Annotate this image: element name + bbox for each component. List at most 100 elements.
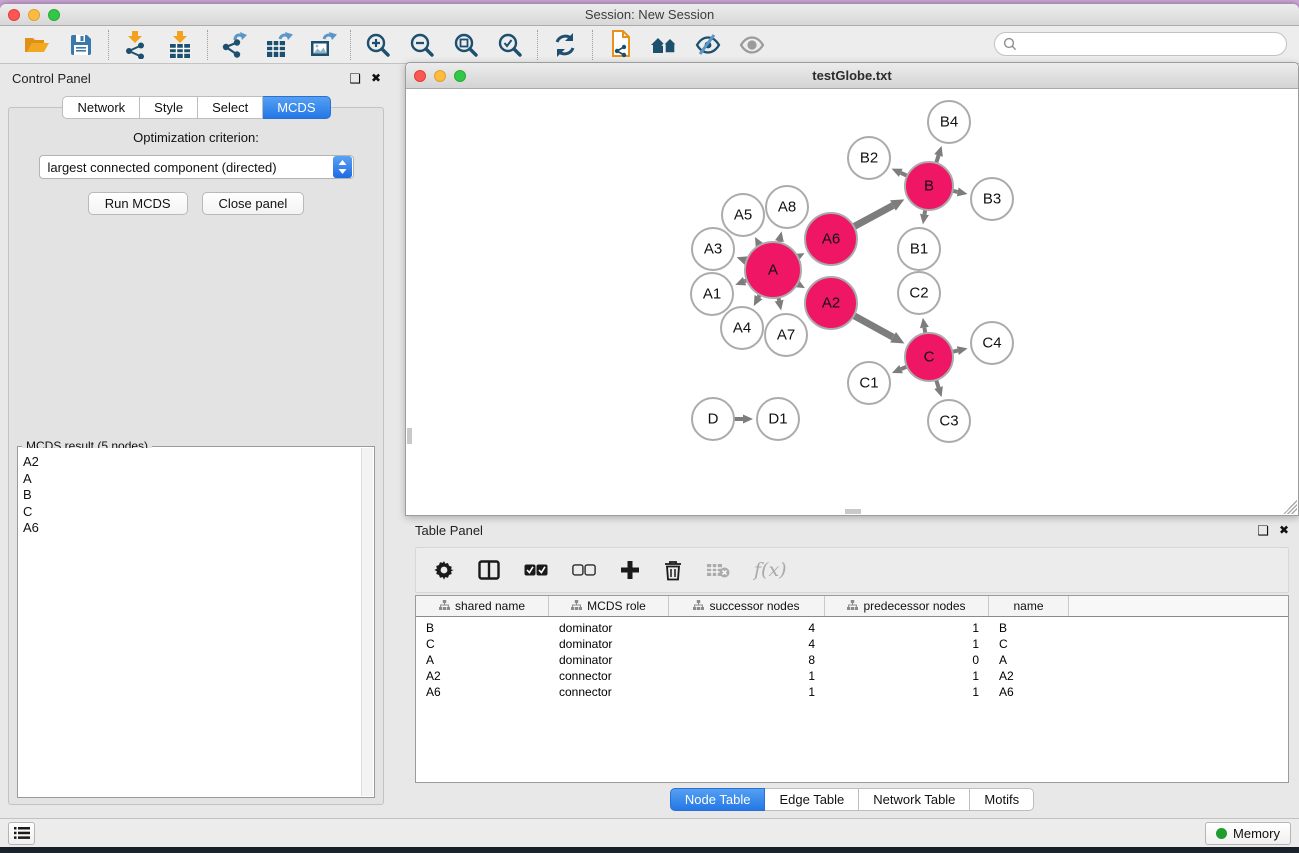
table-row[interactable]: Cdominator41C bbox=[416, 636, 1288, 652]
show-all-icon[interactable] bbox=[737, 30, 767, 60]
import-table-icon[interactable] bbox=[165, 30, 195, 60]
table-cell[interactable]: 4 bbox=[669, 637, 825, 651]
open-session-icon[interactable] bbox=[22, 30, 52, 60]
mcds-result-item[interactable]: B bbox=[23, 487, 357, 504]
canvas-hscroll-stub[interactable] bbox=[845, 509, 861, 514]
mcds-result-item[interactable]: C bbox=[23, 504, 357, 521]
mcds-result-item[interactable]: A2 bbox=[23, 454, 357, 471]
graph-edge[interactable] bbox=[901, 173, 908, 176]
network-window-titlebar[interactable]: testGlobe.txt bbox=[406, 63, 1298, 89]
table-cell[interactable]: A2 bbox=[989, 669, 1069, 683]
export-table-icon[interactable] bbox=[264, 30, 294, 60]
mcds-result-list[interactable]: A2ABCA6 bbox=[19, 448, 361, 796]
table-row[interactable]: A6connector11A6 bbox=[416, 684, 1288, 700]
table-cell[interactable]: B bbox=[416, 621, 549, 635]
table-cell[interactable]: 1 bbox=[669, 669, 825, 683]
canvas-vscroll-stub[interactable] bbox=[407, 428, 412, 444]
close-panel-button[interactable]: Close panel bbox=[202, 192, 305, 215]
table-cell[interactable]: A6 bbox=[989, 685, 1069, 699]
table-cell[interactable]: 0 bbox=[825, 653, 989, 667]
table-cell[interactable]: A bbox=[989, 653, 1069, 667]
function-builder-icon[interactable]: f(x) bbox=[754, 559, 787, 581]
graph-edge[interactable] bbox=[936, 380, 938, 388]
zoom-window-button[interactable] bbox=[48, 9, 60, 21]
table-cell[interactable]: 8 bbox=[669, 653, 825, 667]
network-close-button[interactable] bbox=[414, 70, 426, 82]
table-settings-gear-icon[interactable] bbox=[434, 560, 454, 580]
table-cell[interactable]: C bbox=[416, 637, 549, 651]
table-cell[interactable]: 1 bbox=[825, 669, 989, 683]
mcds-result-item[interactable]: A6 bbox=[23, 520, 357, 537]
table-cell[interactable]: connector bbox=[549, 669, 669, 683]
zoom-out-icon[interactable] bbox=[407, 30, 437, 60]
network-zoom-button[interactable] bbox=[454, 70, 466, 82]
criterion-select[interactable]: largest connected component (directed) bbox=[39, 155, 354, 179]
close-window-button[interactable] bbox=[8, 9, 20, 21]
tab-motifs[interactable]: Motifs bbox=[970, 788, 1034, 811]
zoom-in-icon[interactable] bbox=[363, 30, 393, 60]
tab-mcds[interactable]: MCDS bbox=[263, 96, 330, 119]
select-all-columns-icon[interactable] bbox=[524, 564, 548, 576]
column-header-shared-name[interactable]: shared name bbox=[416, 596, 549, 616]
search-field[interactable] bbox=[994, 32, 1287, 56]
table-cell[interactable]: A6 bbox=[416, 685, 549, 699]
network-canvas[interactable]: B4B2BB3A8A5A6B1A3AA1C2A2A4A7C4CC1C3DD1 bbox=[407, 90, 1297, 514]
table-cell[interactable]: B bbox=[989, 621, 1069, 635]
first-neighbors-icon[interactable] bbox=[649, 30, 679, 60]
column-header-successor-nodes[interactable]: successor nodes bbox=[669, 596, 825, 616]
column-header-MCDS-role[interactable]: MCDS role bbox=[549, 596, 669, 616]
table-cell[interactable]: 1 bbox=[669, 685, 825, 699]
table-cell[interactable]: 1 bbox=[825, 621, 989, 635]
minimize-window-button[interactable] bbox=[28, 9, 40, 21]
tab-network[interactable]: Network bbox=[62, 96, 140, 119]
table-row[interactable]: A2connector11A2 bbox=[416, 668, 1288, 684]
graph-edge[interactable] bbox=[936, 155, 938, 163]
delete-columns-icon[interactable] bbox=[664, 560, 682, 581]
tab-node-table[interactable]: Node Table bbox=[670, 788, 766, 811]
column-header-predecessor-nodes[interactable]: predecessor nodes bbox=[825, 596, 989, 616]
table-cell[interactable]: A2 bbox=[416, 669, 549, 683]
table-cell[interactable]: 1 bbox=[825, 685, 989, 699]
float-table-panel-icon[interactable]: ❑ bbox=[1257, 524, 1269, 537]
table-cell[interactable]: 1 bbox=[825, 637, 989, 651]
save-session-icon[interactable] bbox=[66, 30, 96, 60]
hide-selected-icon[interactable] bbox=[693, 30, 723, 60]
table-cell[interactable]: connector bbox=[549, 685, 669, 699]
tab-network-table[interactable]: Network Table bbox=[859, 788, 970, 811]
graph-edge[interactable] bbox=[854, 206, 893, 227]
mcds-result-item[interactable]: A bbox=[23, 471, 357, 488]
zoom-selected-icon[interactable] bbox=[495, 30, 525, 60]
zoom-fit-icon[interactable] bbox=[451, 30, 481, 60]
export-image-icon[interactable] bbox=[308, 30, 338, 60]
table-cell[interactable]: C bbox=[989, 637, 1069, 651]
graph-edge[interactable] bbox=[854, 316, 893, 338]
create-column-icon[interactable] bbox=[620, 560, 640, 580]
close-table-panel-icon[interactable]: ✖ bbox=[1279, 524, 1289, 536]
import-network-icon[interactable] bbox=[121, 30, 151, 60]
float-panel-icon[interactable]: ❑ bbox=[349, 72, 361, 85]
memory-button[interactable]: Memory bbox=[1205, 822, 1291, 845]
resize-grip-icon[interactable] bbox=[1283, 500, 1297, 514]
table-cell[interactable]: dominator bbox=[549, 637, 669, 651]
network-graph[interactable]: B4B2BB3A8A5A6B1A3AA1C2A2A4A7C4CC1C3DD1 bbox=[407, 90, 1297, 514]
table-cell[interactable]: 4 bbox=[669, 621, 825, 635]
table-row[interactable]: Adominator80A bbox=[416, 652, 1288, 668]
delete-table-icon[interactable] bbox=[706, 562, 730, 578]
task-history-button[interactable] bbox=[8, 822, 35, 845]
table-cell[interactable]: A bbox=[416, 653, 549, 667]
table-cell[interactable]: dominator bbox=[549, 653, 669, 667]
new-network-from-selection-icon[interactable] bbox=[605, 30, 635, 60]
search-input[interactable] bbox=[1022, 37, 1286, 51]
refresh-layout-icon[interactable] bbox=[550, 30, 580, 60]
tab-style[interactable]: Style bbox=[140, 96, 198, 119]
table-row[interactable]: Bdominator41B bbox=[416, 620, 1288, 636]
close-panel-icon[interactable]: ✖ bbox=[371, 72, 381, 84]
tab-edge-table[interactable]: Edge Table bbox=[765, 788, 859, 811]
table-cell[interactable]: dominator bbox=[549, 621, 669, 635]
tab-select[interactable]: Select bbox=[198, 96, 263, 119]
network-minimize-button[interactable] bbox=[434, 70, 446, 82]
export-network-icon[interactable] bbox=[220, 30, 250, 60]
run-mcds-button[interactable]: Run MCDS bbox=[88, 192, 188, 215]
column-header-name[interactable]: name bbox=[989, 596, 1069, 616]
mcds-result-scrollbar[interactable] bbox=[361, 448, 373, 796]
